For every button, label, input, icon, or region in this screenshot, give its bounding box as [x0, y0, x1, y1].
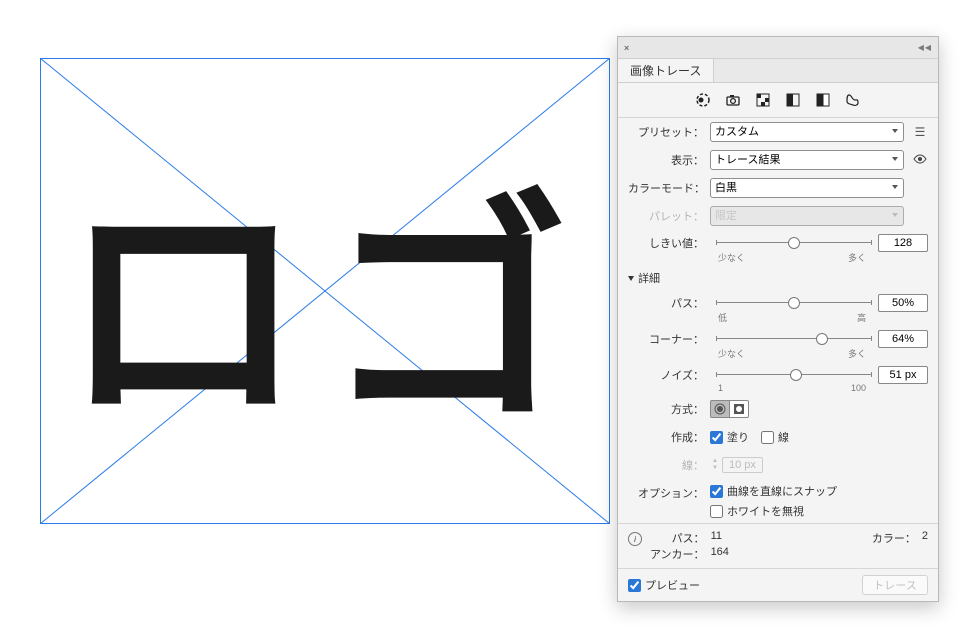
noise-input[interactable] — [878, 366, 928, 384]
image-trace-panel: × ◀◀ 画像トレース プリセット： カスタム ☰ 表示： トレース結果 カラー… — [617, 36, 939, 602]
stroke-width-stepper: ▲▼10 px — [710, 457, 763, 473]
threshold-input[interactable] — [878, 234, 928, 252]
paths-min: 低 — [718, 311, 727, 324]
threshold-slider[interactable] — [716, 235, 872, 251]
option-ignore-white-checkbox[interactable] — [710, 505, 723, 518]
paths-input[interactable] — [878, 294, 928, 312]
stats-anchors-value: 164 — [711, 546, 729, 562]
low-color-icon[interactable] — [755, 92, 771, 108]
noise-max: 100 — [851, 383, 866, 393]
stroke-width-value: 10 px — [722, 457, 763, 473]
preset-label: プリセット： — [628, 124, 710, 140]
threshold-label: しきい値： — [628, 235, 710, 251]
create-fill-label: 塗り — [727, 429, 749, 445]
option-snap-checkbox[interactable] — [710, 485, 723, 498]
preset-select[interactable]: カスタム — [710, 122, 904, 142]
preset-icon-row — [618, 83, 938, 117]
preview-label: プレビュー — [645, 577, 700, 593]
canvas-artboard[interactable]: ロゴ — [40, 58, 610, 524]
noise-min: 1 — [718, 383, 723, 393]
detail-disclosure[interactable]: 詳細 — [618, 266, 938, 290]
threshold-min: 少なく — [718, 251, 745, 264]
colormode-label: カラーモード： — [628, 180, 710, 196]
paths-max: 高 — [857, 311, 866, 324]
trace-button: トレース — [862, 575, 928, 595]
grayscale-icon[interactable] — [785, 92, 801, 108]
display-select[interactable]: トレース結果 — [710, 150, 904, 170]
option-snap-label: 曲線を直線にスナップ — [727, 483, 837, 499]
tab-image-trace[interactable]: 画像トレース — [618, 58, 714, 82]
method-overlapping-button[interactable] — [729, 400, 749, 418]
chevron-down-icon — [628, 276, 634, 281]
paths-slider[interactable] — [716, 295, 872, 311]
traced-artwork: ロゴ — [40, 58, 610, 524]
stats-colors-label: カラー： — [872, 530, 916, 546]
noise-slider[interactable] — [716, 367, 872, 383]
create-label: 作成： — [628, 429, 710, 445]
create-stroke-checkbox[interactable] — [761, 431, 774, 444]
collapse-icon[interactable]: ◀◀ — [918, 43, 932, 52]
method-abutting-button[interactable] — [710, 400, 730, 418]
eye-icon[interactable] — [912, 152, 928, 169]
info-icon: i — [628, 532, 642, 546]
method-label: 方式： — [628, 401, 710, 417]
preset-menu-icon[interactable]: ☰ — [912, 125, 928, 139]
option-ignore-white-label: ホワイトを無視 — [727, 503, 804, 519]
close-icon[interactable]: × — [624, 43, 629, 53]
palette-select: 限定 — [710, 206, 904, 226]
paths-label: パス： — [628, 295, 710, 311]
corners-max: 多く — [848, 347, 866, 360]
camera-icon[interactable] — [725, 92, 741, 108]
stats-colors-value: 2 — [922, 530, 928, 546]
display-label: 表示： — [628, 152, 710, 168]
stroke-width-label: 線： — [628, 457, 710, 473]
options-label: オプション： — [628, 483, 710, 501]
stats-paths-label: パス： — [650, 530, 705, 546]
noise-label: ノイズ： — [628, 367, 710, 383]
auto-color-icon[interactable] — [695, 92, 711, 108]
detail-label: 詳細 — [638, 270, 660, 286]
palette-label: パレット： — [628, 208, 710, 224]
corners-slider[interactable] — [716, 331, 872, 347]
corners-label: コーナー： — [628, 331, 710, 347]
stats-section: i パス： 11 カラー： 2 アンカー： 164 — [618, 524, 938, 568]
stats-paths-value: 11 — [711, 530, 729, 546]
create-fill-checkbox[interactable] — [710, 431, 723, 444]
outline-icon[interactable] — [845, 92, 861, 108]
threshold-max: 多く — [848, 251, 866, 264]
colormode-select[interactable]: 白黒 — [710, 178, 904, 198]
corners-min: 少なく — [718, 347, 745, 360]
panel-tabbar: 画像トレース — [618, 59, 938, 83]
corners-input[interactable] — [878, 330, 928, 348]
black-white-icon[interactable] — [815, 92, 831, 108]
panel-titlebar[interactable]: × ◀◀ — [618, 37, 938, 59]
create-stroke-label: 線 — [778, 429, 789, 445]
preview-checkbox[interactable] — [628, 579, 641, 592]
stats-anchors-label: アンカー： — [650, 546, 705, 562]
